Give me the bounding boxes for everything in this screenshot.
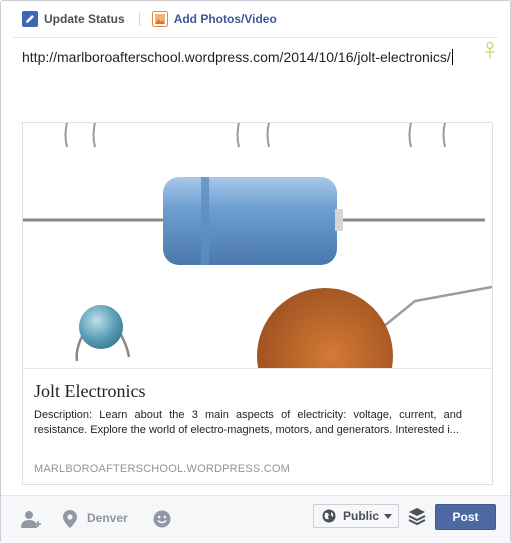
globe-icon: [322, 509, 336, 523]
tab-add-photos[interactable]: Add Photos/Video: [151, 1, 277, 37]
chevron-down-icon: [384, 514, 392, 519]
post-button[interactable]: Post: [435, 504, 496, 530]
location-pin-icon[interactable]: [63, 510, 77, 528]
pencil-icon: [22, 11, 38, 27]
tab-update-status[interactable]: Update Status: [1, 1, 125, 37]
link-preview-body: Jolt Electronics Description: Learn abou…: [23, 368, 492, 484]
link-title[interactable]: Jolt Electronics: [34, 381, 145, 402]
tab-divider: [138, 12, 140, 26]
link-domain: MARLBOROAFTERSCHOOL.WORDPRESS.COM: [34, 463, 290, 475]
layers-icon[interactable]: [408, 507, 426, 525]
wire-loops: [64, 123, 446, 148]
post-button-label: Post: [452, 510, 479, 524]
location-label[interactable]: Denver: [87, 511, 128, 525]
tag-friends-icon[interactable]: [21, 510, 43, 528]
link-preview-card[interactable]: Jolt Electronics Description: Learn abou…: [22, 122, 493, 485]
audience-selector[interactable]: Public: [313, 504, 399, 528]
photo-icon: [151, 11, 168, 27]
text-caret: [451, 49, 453, 65]
tab-update-status-label: Update Status: [44, 12, 125, 26]
composer-footer: Denver Public Post: [1, 495, 510, 543]
composer-tabs: Update Status Add Photos/Video: [1, 1, 510, 37]
audience-label: Public: [343, 509, 380, 523]
ceramic-capacitor: [79, 305, 123, 349]
tag-people-icon[interactable]: [482, 41, 498, 59]
status-input-text: http://marlboroafterschool.wordpress.com…: [22, 49, 451, 65]
smiley-icon[interactable]: [153, 510, 171, 528]
link-description: Description: Learn about the 3 main aspe…: [34, 409, 462, 436]
capacitor-body: [163, 177, 337, 265]
status-input[interactable]: http://marlboroafterschool.wordpress.com…: [22, 49, 453, 65]
status-composer: Update Status Add Photos/Video http://ma…: [0, 0, 511, 543]
link-preview-image: [23, 123, 492, 368]
disc-component: [257, 288, 393, 368]
tab-add-photos-label: Add Photos/Video: [173, 12, 277, 26]
tabs-divider: [13, 37, 498, 38]
